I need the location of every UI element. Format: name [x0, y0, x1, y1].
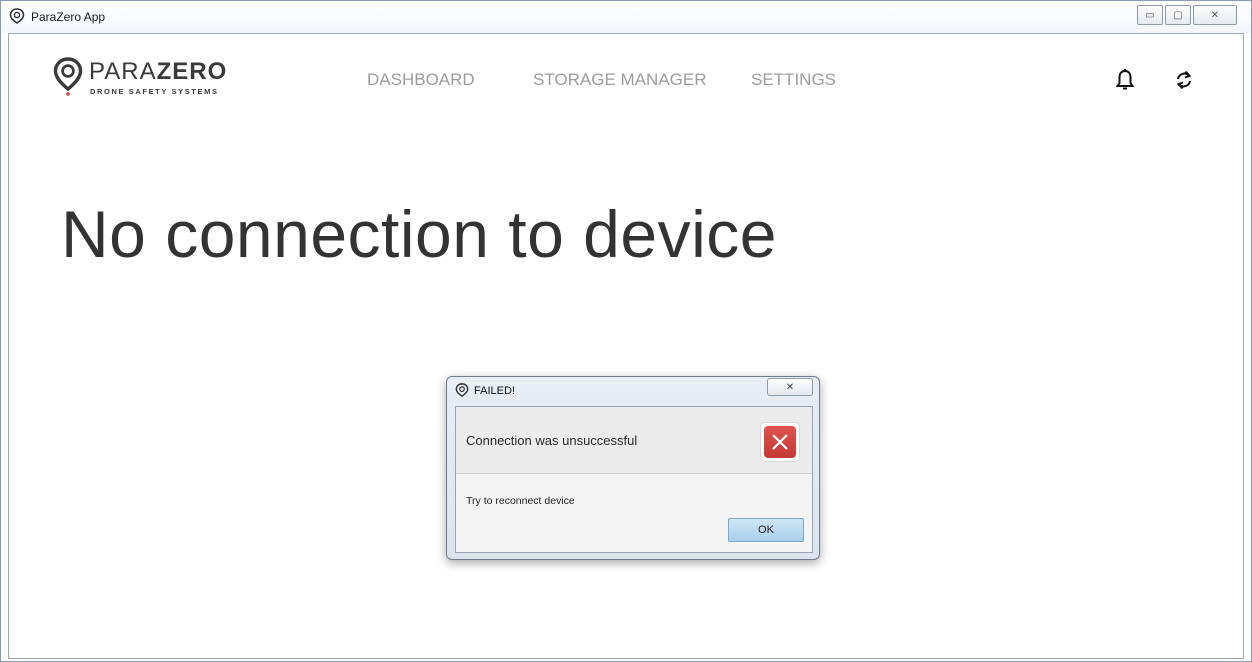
- nav-dashboard[interactable]: DASHBOARD: [367, 70, 475, 90]
- logo-name-light: PARA: [89, 58, 157, 85]
- title-bar[interactable]: ParaZero App ▭ ▢ ✕: [1, 1, 1251, 33]
- failed-dialog: FAILED! ✕ Connection was unsuccessful Tr…: [446, 376, 820, 560]
- window-controls: ▭ ▢ ✕: [1135, 5, 1237, 25]
- dialog-body: Connection was unsuccessful Try to recon…: [455, 406, 813, 553]
- nav-storage-manager[interactable]: STORAGE MANAGER: [533, 70, 707, 90]
- sync-icon[interactable]: [1173, 68, 1195, 92]
- dialog-title: FAILED!: [474, 385, 515, 397]
- app-content: PARAZERO DRONE SAFETY SYSTEMS DASHBOARD …: [8, 33, 1244, 659]
- error-icon-inner: [764, 426, 796, 458]
- logo-tagline: DRONE SAFETY SYSTEMS: [90, 87, 219, 96]
- bell-icon[interactable]: [1114, 68, 1136, 92]
- minimize-button[interactable]: ▭: [1137, 5, 1163, 25]
- dialog-app-icon: [455, 383, 469, 397]
- app-window: ParaZero App ▭ ▢ ✕ PARAZERO DRONE SAFETY…: [0, 0, 1252, 662]
- nav-settings[interactable]: SETTINGS: [751, 70, 836, 90]
- window-title: ParaZero App: [31, 10, 106, 24]
- parazero-logo: PARAZERO DRONE SAFETY SYSTEMS: [53, 57, 243, 101]
- dialog-header-text: Connection was unsuccessful: [466, 433, 638, 448]
- app-logo-icon: [9, 8, 25, 24]
- logo-mark-icon: [53, 57, 83, 96]
- error-icon: [760, 422, 800, 462]
- close-x-icon: [772, 434, 788, 450]
- dialog-content-text: Try to reconnect device: [466, 495, 575, 507]
- page-title: No connection to device: [61, 197, 777, 271]
- ok-button[interactable]: OK: [728, 518, 804, 542]
- dialog-close-button[interactable]: ✕: [767, 378, 813, 396]
- logo-wordmark: PARAZERO: [89, 58, 227, 86]
- maximize-button[interactable]: ▢: [1165, 5, 1191, 25]
- dialog-header: Connection was unsuccessful: [456, 407, 812, 474]
- logo-name-bold: ZERO: [156, 58, 228, 85]
- close-button[interactable]: ✕: [1193, 5, 1237, 25]
